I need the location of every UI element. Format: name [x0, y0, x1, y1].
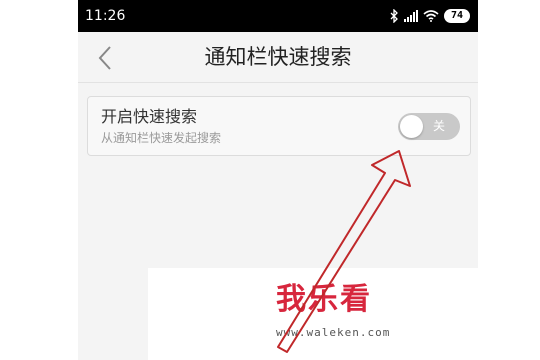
- setting-description: 从通知栏快速发起搜索: [101, 131, 222, 145]
- watermark-url: www.waleken.com: [276, 326, 391, 339]
- setting-title: 开启快速搜索: [101, 107, 198, 126]
- signal-icon: [404, 10, 418, 22]
- battery-icon: 74: [444, 9, 470, 23]
- status-icons: 74: [390, 7, 470, 25]
- watermark-box: 我乐看 www.waleken.com: [148, 268, 478, 360]
- status-time: 11:26: [85, 8, 126, 24]
- page-title: 通知栏快速搜索: [204, 45, 352, 69]
- title-bar: 通知栏快速搜索: [78, 32, 478, 83]
- status-bar: 11:26 74: [78, 0, 478, 32]
- quick-search-toggle[interactable]: 关: [398, 113, 460, 140]
- toggle-label: 关: [433, 119, 446, 133]
- watermark-logo: 我乐看: [276, 282, 372, 317]
- bluetooth-icon: [390, 9, 399, 23]
- setting-quick-search: 开启快速搜索 从通知栏快速发起搜索 关: [87, 96, 471, 156]
- wifi-icon: [423, 10, 439, 22]
- toggle-knob: [400, 115, 423, 138]
